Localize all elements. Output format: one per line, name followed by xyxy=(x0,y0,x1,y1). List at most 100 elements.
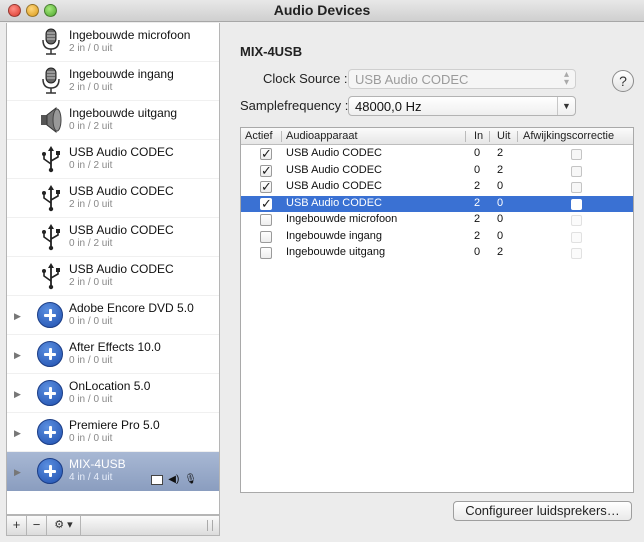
col-device-header[interactable]: Audioapparaat xyxy=(286,130,358,142)
col-drift-header[interactable]: Afwijkingscorrectie xyxy=(523,130,614,142)
device-list-item[interactable]: USB Audio CODEC 0 in / 2 uit xyxy=(7,218,219,257)
active-checkbox[interactable] xyxy=(260,247,272,259)
device-name-cell: Ingebouwde ingang xyxy=(286,229,383,242)
samplerate-popup[interactable]: 48000,0 Hz ▼ xyxy=(348,96,576,116)
drift-correction-checkbox[interactable] xyxy=(571,165,582,177)
device-name: Ingebouwde uitgang xyxy=(69,106,178,120)
device-channels: 0 in / 0 uit xyxy=(69,394,113,405)
device-channels: 2 in / 0 uit xyxy=(69,199,113,210)
table-row[interactable]: Ingebouwde microfoon 2 0 xyxy=(241,212,633,228)
configure-speakers-button[interactable]: Configureer luidsprekers… xyxy=(453,501,632,521)
remove-device-button[interactable]: − xyxy=(27,516,47,535)
device-channels: 0 in / 2 uit xyxy=(69,238,113,249)
disclosure-triangle-icon[interactable]: ▶ xyxy=(14,467,21,478)
usb-icon xyxy=(39,262,63,290)
disclosure-triangle-icon[interactable]: ▶ xyxy=(14,428,21,439)
active-checkbox[interactable]: ✓ xyxy=(260,147,272,160)
device-channels: 2 in / 0 uit xyxy=(69,277,113,288)
col-separator xyxy=(281,131,282,142)
device-name: MIX-4USB xyxy=(69,457,126,471)
out-count-cell: 0 xyxy=(497,213,504,225)
usb-icon xyxy=(39,184,63,212)
help-button[interactable]: ? xyxy=(612,70,634,92)
device-list-item[interactable]: ▶ MIX-4USB 4 in / 4 uit ◀) 🎙 xyxy=(7,452,219,491)
in-count-cell: 2 xyxy=(474,229,481,242)
device-list-item[interactable]: USB Audio CODEC 0 in / 2 uit xyxy=(7,140,219,179)
device-name: USB Audio CODEC xyxy=(69,262,174,276)
device-name-cell: USB Audio CODEC xyxy=(286,180,382,192)
disclosure-triangle-icon[interactable]: ▶ xyxy=(14,311,21,322)
subdevice-table[interactable]: Actief Audioapparaat In Uit Afwijkingsco… xyxy=(240,127,634,493)
device-list-item[interactable]: Ingebouwde microfoon 2 in / 0 uit xyxy=(7,23,219,62)
in-count-cell: 2 xyxy=(474,196,481,209)
table-row[interactable]: Ingebouwde ingang 2 0 xyxy=(241,229,633,245)
drift-correction-checkbox[interactable] xyxy=(571,215,582,226)
col-in-header[interactable]: In xyxy=(474,130,483,142)
active-checkbox[interactable] xyxy=(260,214,272,226)
drift-correction-checkbox[interactable] xyxy=(571,248,582,259)
active-checkbox[interactable] xyxy=(260,230,272,243)
table-row[interactable]: Ingebouwde uitgang 0 2 xyxy=(241,245,633,261)
clock-source-label: Clock Source : xyxy=(263,71,348,86)
disclosure-triangle-icon[interactable]: ▶ xyxy=(14,389,21,400)
in-count-cell: 0 xyxy=(474,246,481,258)
device-list-item[interactable]: ▶ Adobe Encore DVD 5.0 0 in / 0 uit xyxy=(7,296,219,335)
active-checkbox[interactable]: ✓ xyxy=(260,164,272,177)
out-count-cell: 2 xyxy=(497,163,504,176)
in-count-cell: 0 xyxy=(474,147,481,159)
drift-correction-checkbox[interactable] xyxy=(571,149,582,160)
active-checkbox[interactable]: ✓ xyxy=(260,197,272,210)
device-list-item[interactable]: USB Audio CODEC 2 in / 0 uit xyxy=(7,179,219,218)
disclosure-triangle-icon[interactable]: ▶ xyxy=(14,350,21,361)
system-output-icon xyxy=(151,474,164,485)
drift-correction-checkbox[interactable] xyxy=(571,231,582,243)
table-row[interactable]: ✓ USB Audio CODEC 0 2 xyxy=(241,163,633,179)
table-row[interactable]: ✓ USB Audio CODEC 0 2 xyxy=(241,146,633,162)
out-count-cell: 2 xyxy=(497,246,504,258)
table-row[interactable]: ✓ USB Audio CODEC 2 0 xyxy=(241,195,633,212)
aggregate-plus-icon xyxy=(37,302,63,328)
device-channels: 4 in / 4 uit xyxy=(69,472,113,483)
drift-correction-checkbox[interactable] xyxy=(571,198,582,210)
microphone-input-icon: 🎙 xyxy=(184,474,197,485)
microphone-icon xyxy=(39,28,63,56)
device-list-item[interactable]: ▶ After Effects 10.0 0 in / 0 uit xyxy=(7,335,219,374)
device-list-item[interactable]: USB Audio CODEC 2 in / 0 uit xyxy=(7,257,219,296)
resize-grip-icon[interactable] xyxy=(207,520,213,531)
col-out-header[interactable]: Uit xyxy=(497,130,510,142)
updown-arrows-icon: ▴ ▾ xyxy=(563,69,569,88)
device-channels: 0 in / 2 uit xyxy=(69,121,113,132)
device-list-item[interactable]: ▶ Premiere Pro 5.0 0 in / 0 uit xyxy=(7,413,219,452)
out-count-cell: 0 xyxy=(497,180,504,192)
in-count-cell: 0 xyxy=(474,163,481,176)
in-count-cell: 2 xyxy=(474,180,481,192)
device-name-cell: USB Audio CODEC xyxy=(286,196,382,209)
device-name-cell: Ingebouwde uitgang xyxy=(286,246,386,258)
device-name: USB Audio CODEC xyxy=(69,145,174,159)
device-name-cell: USB Audio CODEC xyxy=(286,147,382,159)
gear-menu-button[interactable]: ⚙ ▾ xyxy=(47,516,81,535)
drift-correction-checkbox[interactable] xyxy=(571,182,582,193)
title-bar: Audio Devices xyxy=(0,0,644,22)
active-checkbox[interactable]: ✓ xyxy=(260,180,272,193)
clock-source-popup[interactable]: USB Audio CODEC ▴ ▾ xyxy=(348,69,576,89)
device-name: USB Audio CODEC xyxy=(69,184,174,198)
window-title: Audio Devices xyxy=(273,2,371,18)
add-device-button[interactable]: + xyxy=(7,516,27,535)
device-channels: 2 in / 0 uit xyxy=(69,43,113,54)
speaker-icon xyxy=(39,106,63,134)
usb-icon xyxy=(39,145,63,173)
device-name: After Effects 10.0 xyxy=(69,340,161,354)
usb-icon xyxy=(39,223,63,251)
device-list-item[interactable]: Ingebouwde uitgang 0 in / 2 uit xyxy=(7,101,219,140)
table-row[interactable]: ✓ USB Audio CODEC 2 0 xyxy=(241,179,633,195)
device-list-item[interactable]: Ingebouwde ingang 2 in / 0 uit xyxy=(7,62,219,101)
clock-source-value: USB Audio CODEC xyxy=(355,72,469,87)
device-name-cell: USB Audio CODEC xyxy=(286,163,382,176)
device-list-item[interactable]: ▶ OnLocation 5.0 0 in / 0 uit xyxy=(7,374,219,413)
col-active-header[interactable]: Actief xyxy=(245,130,273,142)
device-list[interactable]: Ingebouwde microfoon 2 in / 0 uit Ingebouw… xyxy=(6,23,220,515)
out-count-cell: 2 xyxy=(497,147,504,159)
aggregate-plus-icon xyxy=(37,419,63,445)
device-name-cell: Ingebouwde microfoon xyxy=(286,213,398,225)
